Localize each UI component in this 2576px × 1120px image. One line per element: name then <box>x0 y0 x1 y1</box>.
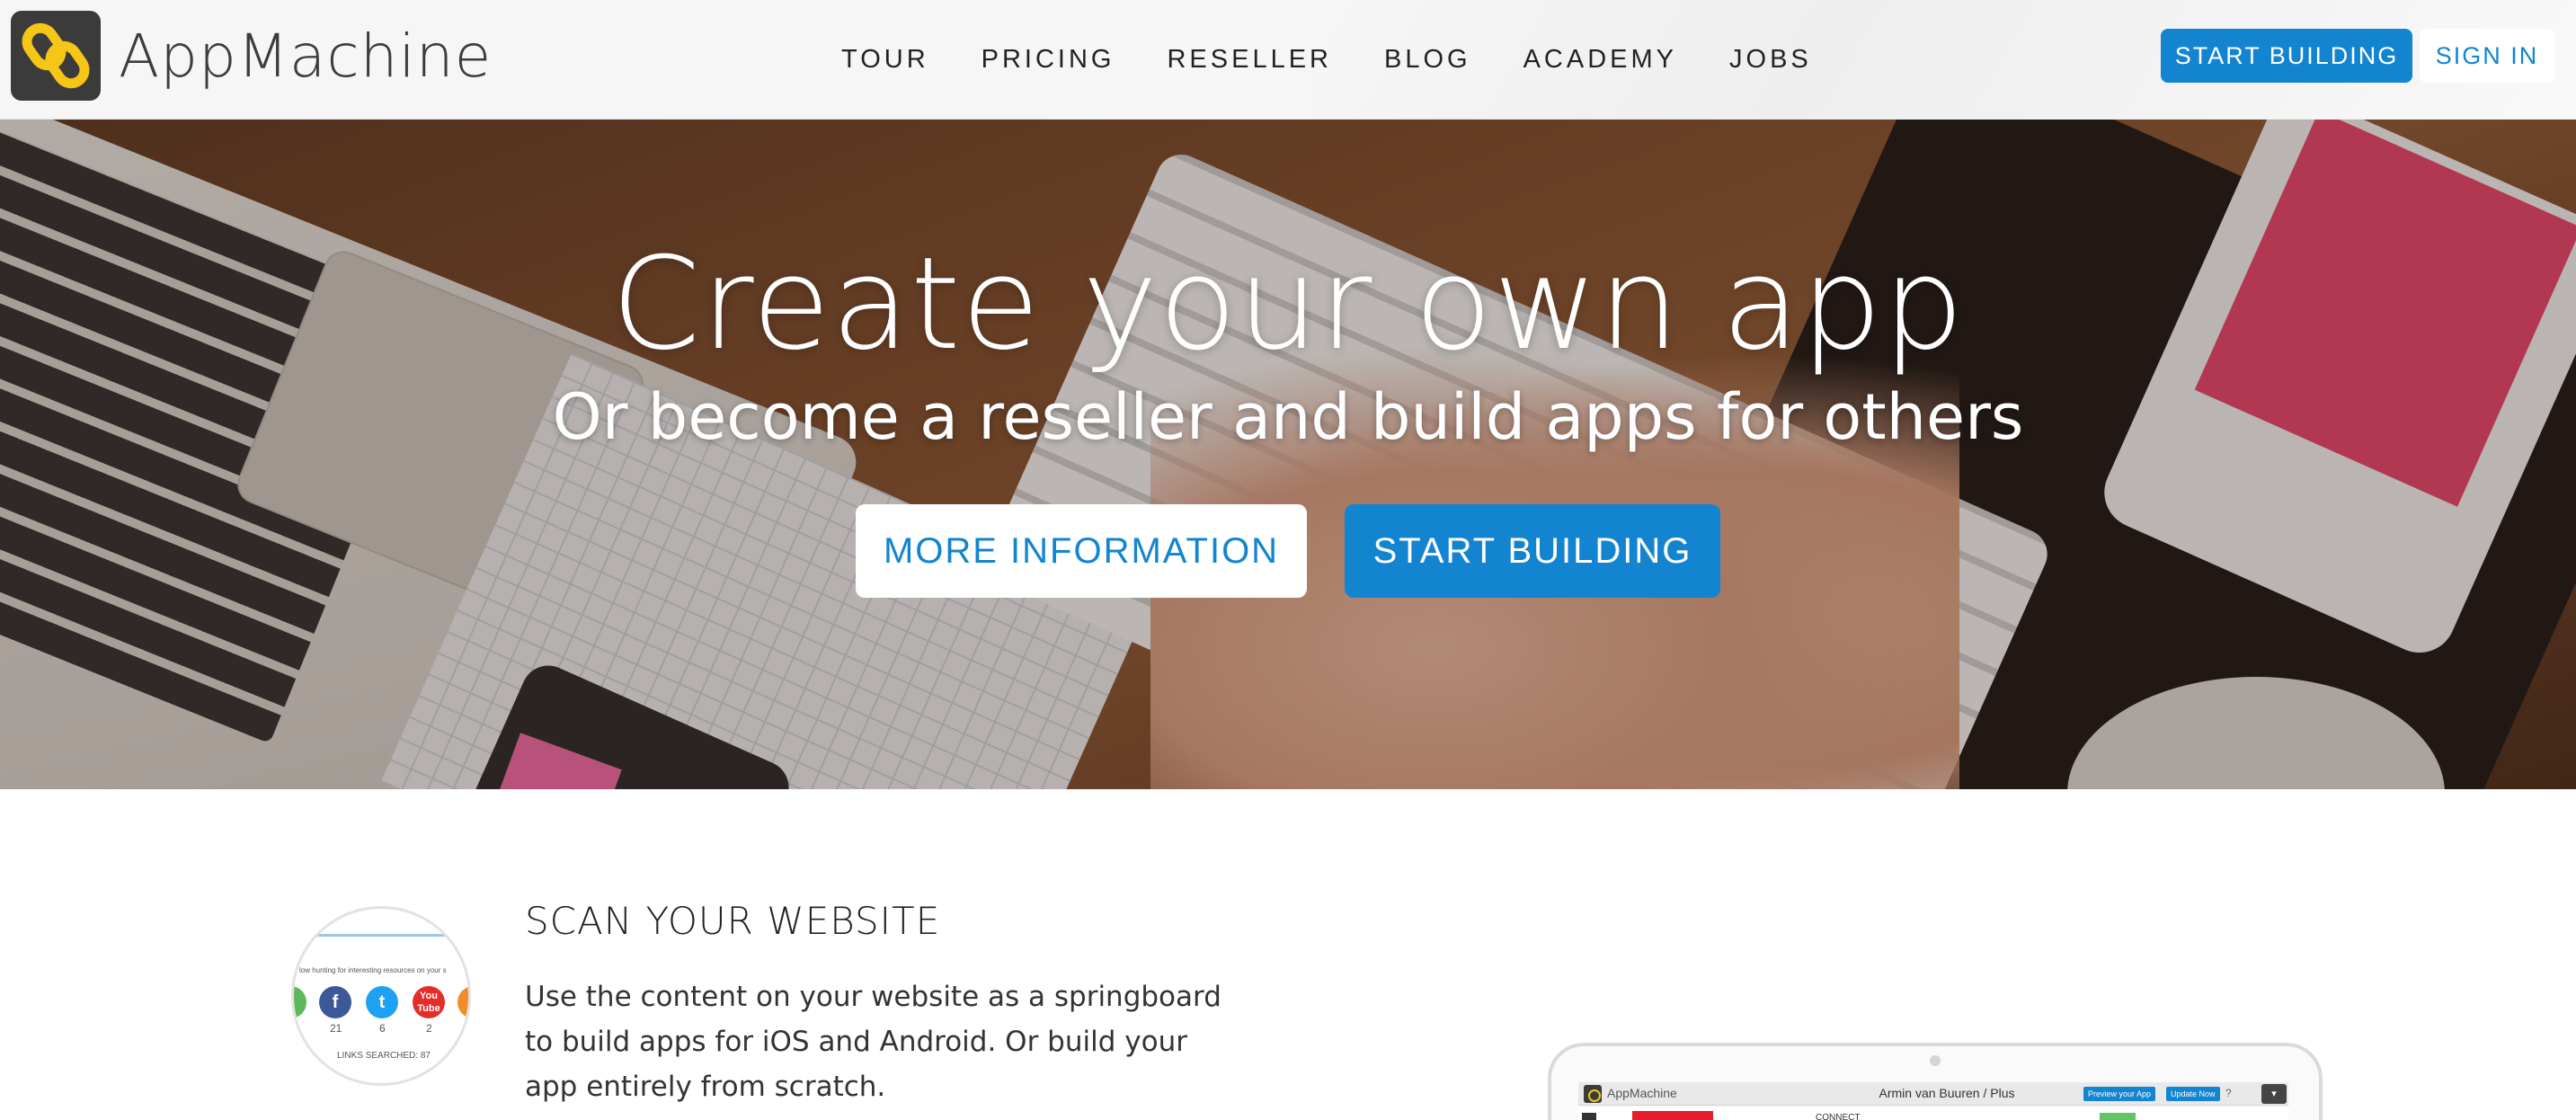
youtube-count: 2 <box>426 1022 432 1035</box>
hero-title: Create your own app <box>611 230 1965 378</box>
builder-preview-block <box>1632 1111 1713 1120</box>
feature-title: SCAN YOUR WEBSITE <box>525 899 941 943</box>
builder-status-block <box>2100 1113 2136 1120</box>
hero-banner: Create your own app Or become a reseller… <box>0 120 2576 789</box>
twitter-count: 6 <box>379 1022 386 1035</box>
help-icon: ? <box>2225 1087 2232 1099</box>
nav-reseller[interactable]: RESELLER <box>1167 40 1332 79</box>
links-searched-label: LINKS SEARCHED: 87 <box>337 1051 431 1061</box>
green-social-icon <box>294 986 306 1018</box>
logo-mark-icon <box>22 22 90 89</box>
illustration-caption: low hunting for interesting resources on… <box>299 966 447 974</box>
feature-description: Use the content on your website as a spr… <box>525 981 1221 1103</box>
orange-social-icon <box>457 986 468 1018</box>
nav-blog[interactable]: BLOG <box>1384 40 1471 79</box>
illustration-divider <box>294 934 468 937</box>
user-menu-icon: ▾ <box>2261 1084 2287 1104</box>
hero-start-building-button[interactable]: START BUILDING <box>1345 504 1720 598</box>
preview-app-button: Preview your App <box>2083 1087 2156 1101</box>
header-start-building-button[interactable]: START BUILDING <box>2161 29 2412 83</box>
builder-content: CONNECT <box>1578 1107 2288 1120</box>
mini-logo-icon <box>1584 1085 1602 1103</box>
brand-name[interactable]: AppMachine <box>119 16 492 97</box>
scan-website-illustration: low hunting for interesting resources on… <box>291 906 471 1086</box>
tablet-mockup: AppMachine Armin van Buuren / Plus Previ… <box>1548 1043 2323 1120</box>
builder-app-name: AppMachine <box>1607 1086 1677 1100</box>
youtube-icon: You Tube <box>413 986 445 1018</box>
nav-jobs[interactable]: JOBS <box>1729 40 1812 79</box>
nav-tour[interactable]: TOUR <box>841 40 929 79</box>
builder-project-name: Armin van Buuren / Plus <box>1879 1086 2015 1100</box>
nav-pricing[interactable]: PRICING <box>982 40 1115 79</box>
twitter-icon: t <box>366 986 398 1018</box>
more-information-button[interactable]: MORE INFORMATION <box>856 504 1307 598</box>
builder-sidebar <box>1582 1113 1596 1120</box>
builder-connect-label: CONNECT <box>1816 1113 1861 1120</box>
nav-academy[interactable]: ACADEMY <box>1523 40 1677 79</box>
update-now-button: Update Now <box>2166 1087 2220 1101</box>
camera-dot <box>1930 1055 1941 1066</box>
facebook-count: 21 <box>330 1022 342 1035</box>
builder-toolbar: AppMachine Armin van Buuren / Plus Previ… <box>1578 1082 2288 1106</box>
sign-in-button[interactable]: SIGN IN <box>2420 29 2554 83</box>
site-header: AppMachine TOUR PRICING RESELLER BLOG AC… <box>0 0 2576 120</box>
facebook-icon: f <box>319 986 351 1018</box>
hero-overlay <box>0 120 2576 789</box>
hero-subtitle: Or become a reseller and build apps for … <box>552 380 2024 454</box>
main-nav: TOUR PRICING RESELLER BLOG ACADEMY JOBS <box>841 40 1812 79</box>
appmachine-logo-icon[interactable] <box>11 11 101 101</box>
